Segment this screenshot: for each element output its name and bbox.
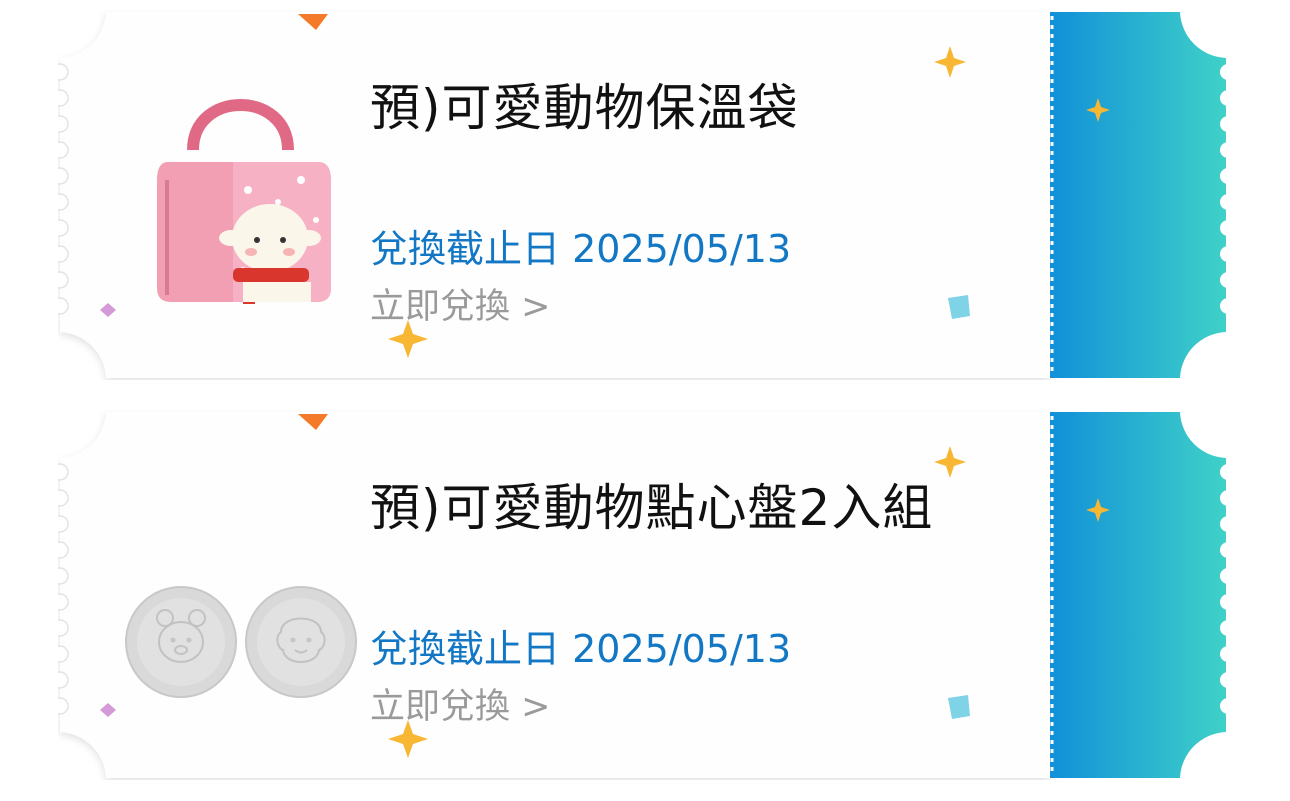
- expiry-value: 2025/05/13: [572, 227, 792, 271]
- redeem-now-link[interactable]: 立即兌換 >: [370, 278, 550, 329]
- coupon-ticket[interactable]: 預)可愛動物點心盤2入組 兌換截止日 2025/05/13 立即兌換 >: [58, 410, 1228, 780]
- coupon-ticket[interactable]: 預)可愛動物保溫袋 兌換截止日 2025/05/13 立即兌換 >: [58, 10, 1228, 380]
- expiry-date: 兌換截止日 2025/05/13: [370, 218, 791, 273]
- coupon-title: 預)可愛動物點心盤2入組: [370, 479, 934, 537]
- expiry-label: 兌換截止日: [370, 227, 561, 271]
- snack-plates-image: [125, 586, 357, 698]
- expiry-value: 2025/05/13: [572, 627, 792, 671]
- lunch-bag-sheep-image: [157, 99, 331, 304]
- redeem-now-link[interactable]: 立即兌換 >: [370, 678, 550, 729]
- expiry-date: 兌換截止日 2025/05/13: [370, 618, 791, 673]
- coupon-title: 預)可愛動物保溫袋: [370, 79, 799, 137]
- expiry-label: 兌換截止日: [370, 627, 561, 671]
